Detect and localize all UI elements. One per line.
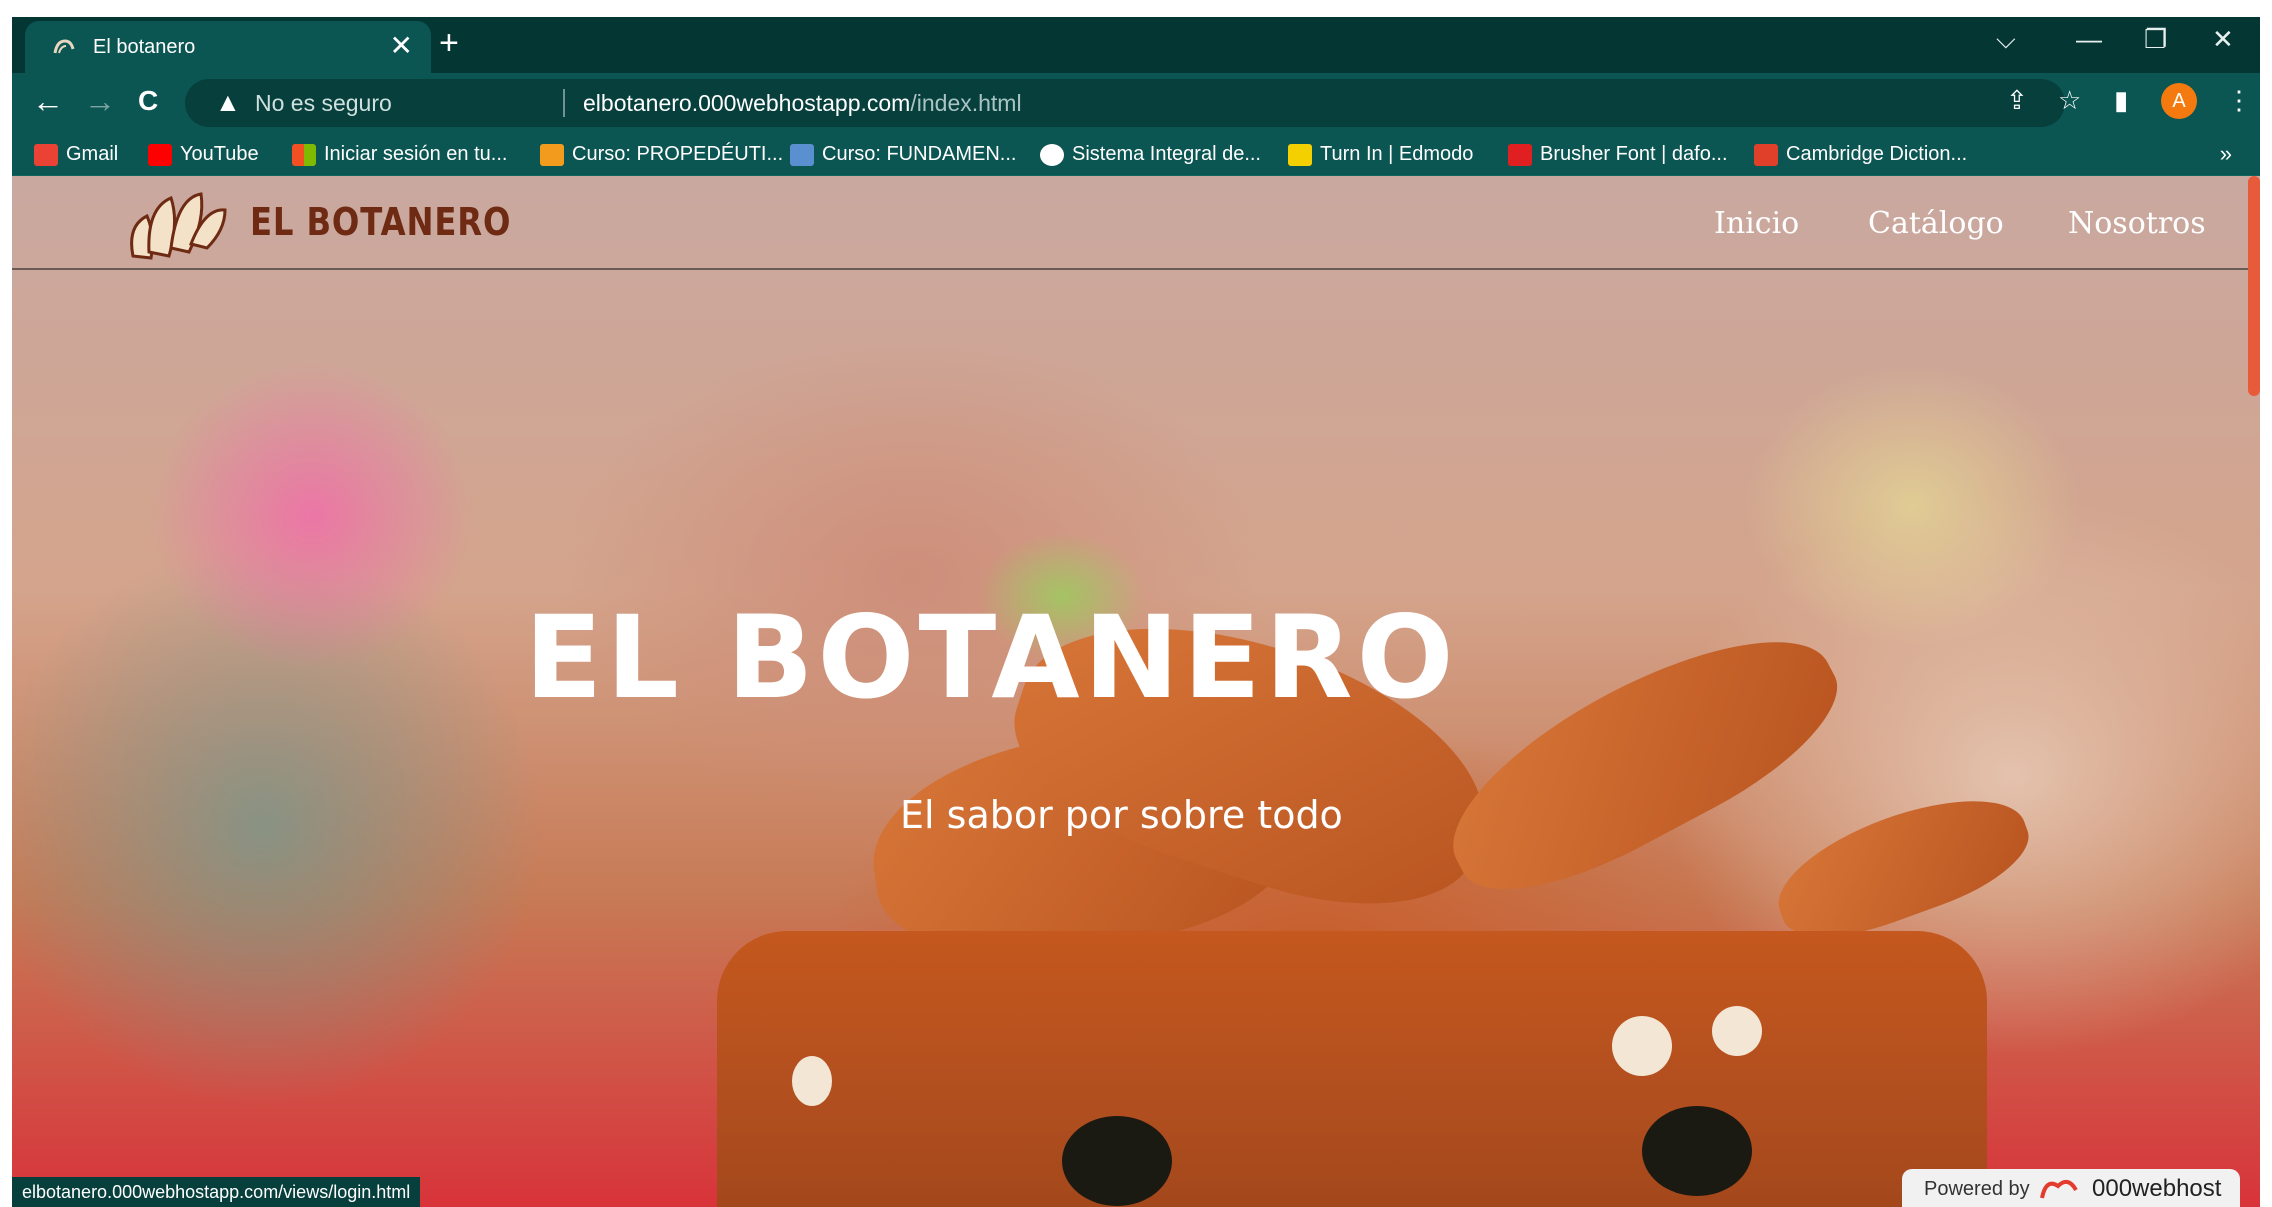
bookmark-sistema-integral[interactable]: Sistema Integral de... — [1040, 139, 1261, 169]
site-favicon-icon — [53, 39, 75, 54]
bookmark-label: YouTube — [180, 143, 259, 165]
sidepanel-icon[interactable]: ▮ — [2114, 85, 2128, 116]
close-window-icon[interactable]: ✕ — [2212, 23, 2234, 55]
url-text[interactable]: elbotanero.000webhostapp.com/index.html — [583, 90, 1022, 117]
brand-name[interactable]: EL BOTANERO — [250, 200, 511, 244]
bookmark-youtube[interactable]: YouTube — [148, 139, 259, 169]
tab-strip: El botanero ✕ + ⌵ — ❐ ✕ — [12, 17, 2260, 73]
tab-title: El botanero — [93, 36, 196, 58]
bookmark-curso-propedeutico[interactable]: Curso: PROPEDÉUTI... — [540, 139, 783, 169]
minimize-icon[interactable]: — — [2076, 23, 2102, 55]
tab-search-icon[interactable]: ⌵ — [1996, 23, 2016, 55]
youtube-icon — [148, 143, 172, 166]
reload-icon[interactable]: C — [138, 81, 158, 121]
bowl-dot — [1062, 1116, 1172, 1206]
bookmark-edmodo[interactable]: Turn In | Edmodo — [1288, 139, 1473, 169]
hero-subtitle: El sabor por sobre todo — [900, 793, 1343, 837]
nav-catalogo[interactable]: Catálogo — [1868, 206, 2004, 241]
site-header: EL BOTANERO Inicio Catálogo Nosotros — [12, 176, 2260, 270]
bowl-dot — [1642, 1106, 1752, 1196]
course-icon — [540, 143, 564, 166]
bookmark-label: Brusher Font | dafo... — [1540, 143, 1728, 165]
gmail-icon — [34, 143, 58, 166]
bookmark-label: Curso: PROPEDÉUTI... — [572, 143, 784, 165]
star-icon[interactable]: ☆ — [2058, 85, 2081, 116]
menu-kebab-icon[interactable]: ⋮ — [2226, 85, 2252, 116]
bookmark-gmail[interactable]: Gmail — [34, 139, 118, 169]
microsoft-icon — [292, 143, 316, 166]
hero-title-wrap: EL BOTANERO — [12, 591, 2260, 724]
new-tab-icon[interactable]: + — [439, 26, 459, 60]
profile-avatar[interactable]: A — [2161, 83, 2197, 119]
globe-icon — [1040, 143, 1064, 166]
bookmark-curso-fundamentos[interactable]: Curso: FUNDAMEN... — [790, 139, 1016, 169]
browser-toolbar: ← → C ▲ No es seguro elbotanero.000webho… — [12, 73, 2260, 135]
hero-title: EL BOTANERO — [524, 591, 1458, 724]
bowl-dot — [792, 1056, 832, 1106]
hero-chip — [1762, 774, 2042, 958]
bookmark-label: Curso: FUNDAMEN... — [822, 143, 1017, 165]
bookmark-label: Cambridge Diction... — [1786, 143, 1968, 165]
chips-logo-icon — [130, 192, 227, 260]
address-bar[interactable]: ▲ No es seguro elbotanero.000webhostapp.… — [185, 79, 2065, 127]
bookmarks-bar: Gmail YouTube Iniciar sesión en tu... Cu… — [12, 135, 2260, 176]
hero-bowl — [717, 931, 1987, 1207]
nav-nosotros[interactable]: Nosotros — [2068, 206, 2206, 241]
course2-icon — [790, 143, 814, 166]
bookmark-label: Iniciar sesión en tu... — [324, 143, 508, 165]
bowl-dot — [1612, 1016, 1672, 1076]
tab-el-botanero[interactable]: El botanero ✕ — [25, 21, 431, 73]
nav-inicio[interactable]: Inicio — [1714, 206, 1799, 241]
bookmark-dafont[interactable]: Brusher Font | dafo... — [1508, 139, 1728, 169]
status-bar-url: elbotanero.000webhostapp.com/views/login… — [12, 1177, 421, 1207]
dafont-icon — [1508, 143, 1532, 166]
powered-by-brand: 000webhost — [2092, 1175, 2222, 1202]
powered-by-label: Powered by — [1924, 1178, 2030, 1200]
bowl-dot — [1712, 1006, 1762, 1056]
security-label[interactable]: No es seguro — [255, 90, 392, 117]
edmodo-icon — [1288, 143, 1312, 166]
cambridge-icon — [1754, 143, 1778, 166]
bookmark-cambridge[interactable]: Cambridge Diction... — [1754, 139, 1967, 169]
url-path: /index.html — [910, 90, 1022, 116]
bookmark-microsoft[interactable]: Iniciar sesión en tu... — [292, 139, 507, 169]
scrollbar-thumb[interactable] — [2248, 176, 2260, 396]
bookmark-label: Gmail — [66, 143, 119, 165]
restore-icon[interactable]: ❐ — [2144, 23, 2167, 55]
share-icon[interactable]: ⇪ — [2006, 85, 2028, 116]
bookmark-label: Sistema Integral de... — [1072, 143, 1261, 165]
bookmarks-more-icon[interactable]: » — [2220, 141, 2232, 167]
browser-window: El botanero ✕ + ⌵ — ❐ ✕ ← → C ▲ No es se… — [12, 17, 2260, 1207]
000webhost-logo-icon — [2040, 1179, 2078, 1199]
address-separator — [563, 89, 565, 117]
warning-icon[interactable]: ▲ — [215, 87, 241, 118]
forward-icon[interactable]: → — [84, 81, 116, 121]
powered-by-badge[interactable]: Powered by 000webhost — [1902, 1169, 2240, 1207]
page-viewport: EL BOTANERO Inicio Catálogo Nosotros EL … — [12, 176, 2260, 1207]
tab-close-icon[interactable]: ✕ — [390, 31, 413, 61]
back-icon[interactable]: ← — [32, 81, 64, 121]
bookmark-label: Turn In | Edmodo — [1320, 143, 1474, 165]
url-domain: elbotanero.000webhostapp.com — [583, 90, 911, 116]
